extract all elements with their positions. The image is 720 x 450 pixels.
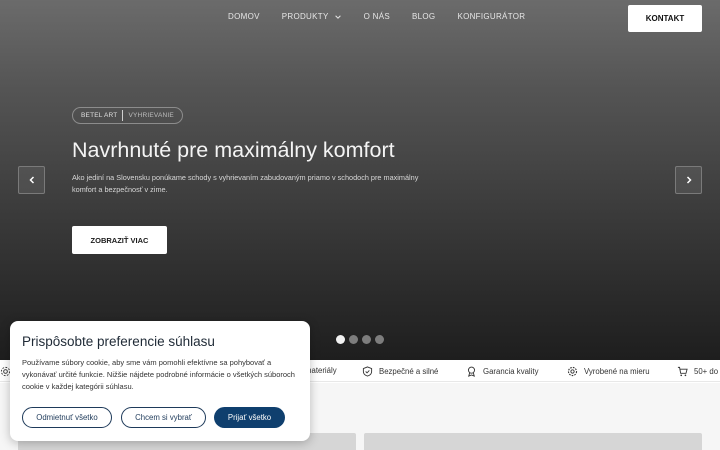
- slider-dot-1[interactable]: [336, 335, 345, 344]
- slider-dot-3[interactable]: [362, 335, 371, 344]
- feature-label: Bezpečné a silné: [379, 367, 439, 376]
- award-icon: [468, 366, 475, 377]
- product-card[interactable]: [364, 433, 702, 450]
- slider-dot-4[interactable]: [375, 335, 384, 344]
- chevron-right-icon: [686, 176, 692, 184]
- nav-link-produkty[interactable]: PRODUKTY: [282, 12, 342, 21]
- nav-link-konfigurator[interactable]: KONFIGURÁTOR: [457, 12, 525, 21]
- reject-all-button[interactable]: Odmietnuť všetko: [22, 407, 112, 428]
- cookie-title: Prispôsobte preferencie súhlasu: [22, 334, 215, 349]
- contact-button[interactable]: KONTAKT: [628, 5, 702, 32]
- top-navigation: DOMOV PRODUKTY O NÁS BLOG KONFIGURÁTOR K…: [0, 0, 720, 36]
- badge-divider: [122, 110, 124, 121]
- feature-item: Bezpečné a silné: [362, 366, 438, 377]
- chevron-left-icon: [28, 176, 34, 184]
- nav-link-o-nas[interactable]: O NÁS: [364, 12, 390, 21]
- nav-link-domov[interactable]: DOMOV: [228, 12, 260, 21]
- nav-link-label: DOMOV: [228, 12, 260, 21]
- chevron-down-icon: [334, 14, 341, 19]
- customize-button[interactable]: Chcem si vybrať: [121, 407, 206, 428]
- show-more-button[interactable]: ZOBRAZIŤ VIAC: [72, 226, 167, 254]
- nav-link-label: PRODUKTY: [281, 12, 329, 21]
- cookie-consent-dialog: Prispôsobte preferencie súhlasu Používam…: [10, 321, 310, 441]
- feature-label: 50+ do: [694, 367, 719, 376]
- feature-item: 50+ do: [677, 366, 718, 377]
- nav-link-label: O NÁS: [363, 12, 390, 21]
- nav-link-label: BLOG: [412, 12, 436, 21]
- feature-label: Vyrobené na mieru: [584, 367, 650, 376]
- shield-check-icon: [362, 366, 373, 377]
- slider-prev-button[interactable]: [18, 166, 45, 194]
- nav-links: DOMOV PRODUKTY O NÁS BLOG KONFIGURÁTOR: [228, 12, 547, 21]
- hero-description: Ako jediní na Slovensku ponúkame schody …: [72, 173, 419, 194]
- nav-link-blog[interactable]: BLOG: [412, 12, 435, 21]
- hero-banner: DOMOV PRODUKTY O NÁS BLOG KONFIGURÁTOR K…: [0, 0, 720, 360]
- slider-dot-2[interactable]: [349, 335, 358, 344]
- feature-item: Garancia kvality: [466, 366, 538, 377]
- cookie-description: Používame súbory cookie, aby sme vám pom…: [22, 358, 295, 391]
- nav-link-label: KONFIGURÁTOR: [457, 12, 526, 21]
- category-badge: BETEL ART VYHRIEVANIE: [72, 107, 183, 124]
- badge-category: VYHRIEVANIE: [128, 112, 174, 119]
- slider-pagination: [336, 335, 384, 344]
- feature-item: Vyrobené na mieru: [567, 366, 650, 377]
- cart-icon: [677, 366, 688, 377]
- hero-title: Navrhnuté pre maximálny komfort: [72, 138, 395, 162]
- badge-brand: BETEL ART: [81, 112, 118, 119]
- feature-label: Garancia kvality: [483, 367, 539, 376]
- slider-next-button[interactable]: [675, 166, 702, 194]
- accept-all-button[interactable]: Prijať všetko: [214, 407, 285, 428]
- cog-icon: [567, 366, 578, 377]
